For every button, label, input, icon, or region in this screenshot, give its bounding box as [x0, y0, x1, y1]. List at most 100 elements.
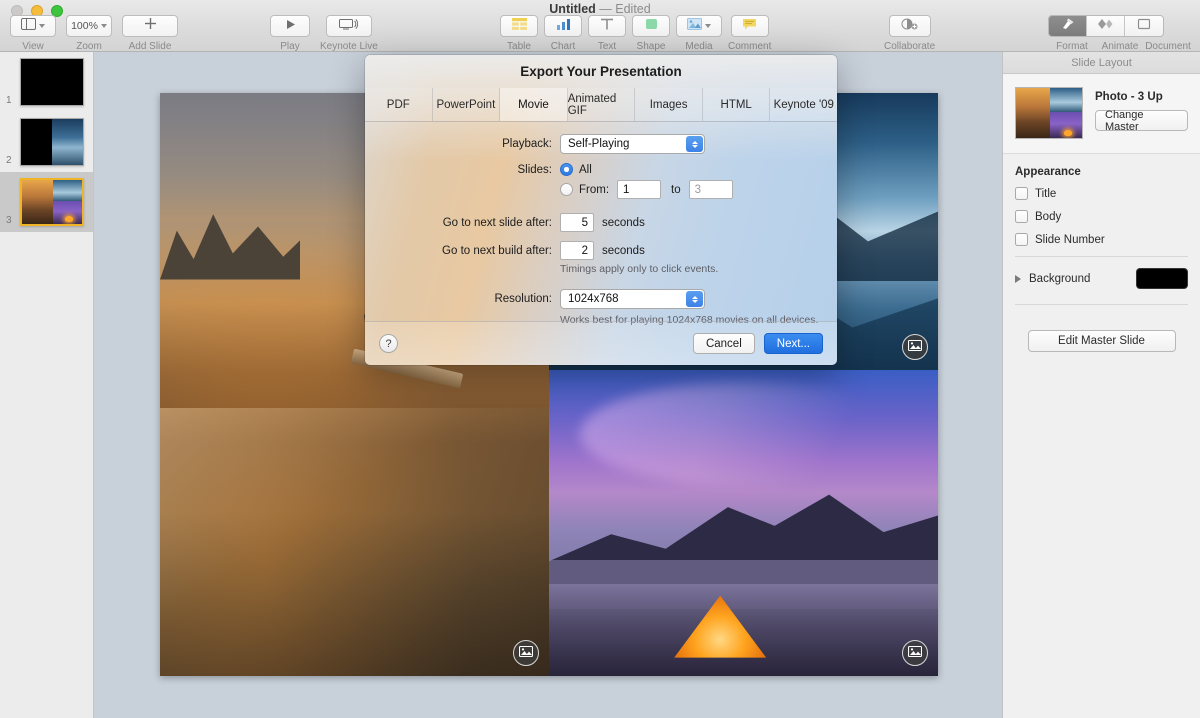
next-slide-input[interactable]: 5: [560, 213, 594, 232]
toolbar-item-animate[interactable]: [1087, 16, 1125, 36]
tab-movie[interactable]: Movie: [500, 88, 568, 121]
export-dialog[interactable]: Export Your Presentation PDF PowerPoint …: [365, 55, 837, 365]
toolbar-item-comment[interactable]: Comment: [728, 15, 771, 52]
slide-thumbnail-1[interactable]: [20, 58, 84, 106]
slide-thumbnail-3[interactable]: [20, 178, 84, 226]
slide-navigator-item-3[interactable]: 3: [0, 172, 93, 232]
toolbar-item-play[interactable]: Play: [270, 15, 310, 52]
body-checkbox[interactable]: [1015, 210, 1028, 223]
image-placeholder-badge[interactable]: [513, 640, 539, 666]
tab-images[interactable]: Images: [635, 88, 703, 121]
timings-note: Timings apply only to click events.: [560, 263, 719, 275]
toolbar-label-table: Table: [507, 41, 531, 52]
document-rect-icon: [1137, 17, 1151, 35]
toolbar-label-chart: Chart: [550, 41, 576, 52]
image-placeholder-icon: [907, 338, 923, 356]
master-slide-name: Photo - 3 Up: [1095, 91, 1163, 103]
next-build-label: Go to next build after:: [442, 244, 552, 257]
tab-keynote-09[interactable]: Keynote '09: [770, 88, 837, 121]
slide-navigator[interactable]: 1 2 3: [0, 52, 94, 718]
text-t-icon: [600, 17, 614, 35]
animate-diamond-icon: [1097, 17, 1114, 35]
dialog-title: Export Your Presentation: [520, 64, 682, 79]
tab-pdf[interactable]: PDF: [365, 88, 433, 121]
toolbar-label-shape: Shape: [636, 41, 666, 52]
toolbar-insert-group: Table Chart Text Shape Media Comment: [500, 15, 771, 52]
playback-row: Playback: Self-Playing: [365, 134, 837, 154]
popup-stepper-icon[interactable]: [686, 136, 703, 152]
slide-number-2: 2: [6, 155, 12, 166]
next-slide-row: Go to next slide after: 5 seconds: [365, 213, 837, 232]
resolution-label: Resolution:: [494, 293, 552, 305]
master-slide-row: Photo - 3 Up Change Master: [1003, 74, 1200, 154]
appearance-section: Appearance Title Body Slide Number: [1003, 154, 1200, 246]
background-row[interactable]: Background: [1003, 257, 1200, 300]
background-color-swatch[interactable]: [1136, 268, 1188, 289]
change-master-button[interactable]: Change Master: [1095, 109, 1188, 133]
next-build-row: Go to next build after: 2 seconds: [365, 241, 837, 260]
next-slide-unit: seconds: [602, 216, 645, 229]
image-placeholder-icon: [907, 644, 923, 662]
toolbar-item-keynote-live[interactable]: Keynote Live: [320, 15, 378, 52]
chevron-down-icon: [39, 24, 45, 28]
disclosure-triangle-icon[interactable]: [1015, 274, 1021, 283]
slide-navigator-item-2[interactable]: 2: [0, 112, 93, 172]
appearance-option-slide-number[interactable]: Slide Number: [1015, 233, 1188, 246]
title-checkbox[interactable]: [1015, 187, 1028, 200]
body-checkbox-label: Body: [1035, 210, 1062, 223]
slide-number-checkbox[interactable]: [1015, 233, 1028, 246]
next-build-unit: seconds: [602, 244, 645, 257]
toolbar-item-table[interactable]: Table: [500, 15, 538, 52]
slide-thumbnail-2[interactable]: [20, 118, 84, 166]
toolbar-label-format: Format: [1056, 41, 1088, 52]
toolbar-item-zoom[interactable]: 100% Zoom: [66, 15, 112, 52]
appearance-option-body[interactable]: Body: [1015, 210, 1188, 223]
inspector-divider-2: [1015, 304, 1188, 305]
resolution-select[interactable]: 1024x768: [560, 289, 705, 309]
slides-all-radio[interactable]: [560, 163, 573, 176]
tab-animated-gif[interactable]: Animated GIF: [567, 88, 636, 121]
next-slide-label: Go to next slide after:: [442, 216, 552, 229]
toolbar-collaborate-group: Collaborate: [884, 15, 935, 52]
slide-number-3: 3: [6, 215, 12, 226]
toolbar-item-collaborate[interactable]: Collaborate: [884, 15, 935, 52]
toolbar-item-shape[interactable]: Shape: [632, 15, 670, 52]
cancel-button[interactable]: Cancel: [692, 333, 755, 354]
toolbar-item-add-slide[interactable]: Add Slide: [122, 15, 178, 52]
image-placeholder-badge[interactable]: [902, 333, 928, 360]
playback-select[interactable]: Self-Playing: [560, 134, 705, 154]
slides-range-row: From: 1 to 3: [365, 180, 837, 199]
slides-label: Slides:: [517, 163, 552, 176]
slides-all-label: All: [579, 163, 592, 176]
toolbar-item-document[interactable]: [1125, 16, 1163, 36]
toolbar-item-text[interactable]: Text: [588, 15, 626, 52]
export-format-tabs[interactable]: PDF PowerPoint Movie Animated GIF Images…: [365, 88, 837, 122]
next-button[interactable]: Next...: [763, 333, 823, 354]
tab-html[interactable]: HTML: [702, 88, 771, 121]
toolbar-item-view[interactable]: View: [10, 15, 56, 52]
tab-powerpoint[interactable]: PowerPoint: [432, 88, 501, 121]
edit-master-slide-button[interactable]: Edit Master Slide: [1027, 330, 1176, 352]
appearance-option-title[interactable]: Title: [1015, 187, 1188, 200]
slides-from-input[interactable]: 1: [617, 180, 662, 199]
popup-stepper-icon[interactable]: [686, 291, 703, 307]
toolbar-item-media[interactable]: Media: [676, 15, 722, 52]
slide-navigator-item-1[interactable]: 1: [0, 52, 93, 112]
slide-image-bottom-right[interactable]: [549, 369, 938, 676]
image-placeholder-badge[interactable]: [902, 639, 928, 666]
next-build-input[interactable]: 2: [560, 241, 594, 260]
toolbar-label-view: View: [22, 41, 44, 52]
slide-number-1: 1: [6, 95, 12, 106]
slides-to-label: to: [671, 183, 681, 196]
toolbar-label-add-slide: Add Slide: [128, 41, 172, 52]
master-slide-thumbnail[interactable]: [1015, 87, 1083, 139]
toolbar-item-chart[interactable]: Chart: [544, 15, 582, 52]
toolbar-item-format[interactable]: [1049, 16, 1087, 36]
slides-to-input[interactable]: 3: [688, 180, 733, 199]
help-button[interactable]: ?: [379, 334, 398, 353]
dialog-body: Playback: Self-Playing Slides: All From:…: [365, 122, 837, 338]
slides-range-radio[interactable]: [560, 183, 573, 196]
inspector-segmented-control[interactable]: [1048, 15, 1164, 37]
slides-from-label: From:: [579, 183, 610, 196]
toolbar-label-collaborate: Collaborate: [884, 41, 936, 52]
